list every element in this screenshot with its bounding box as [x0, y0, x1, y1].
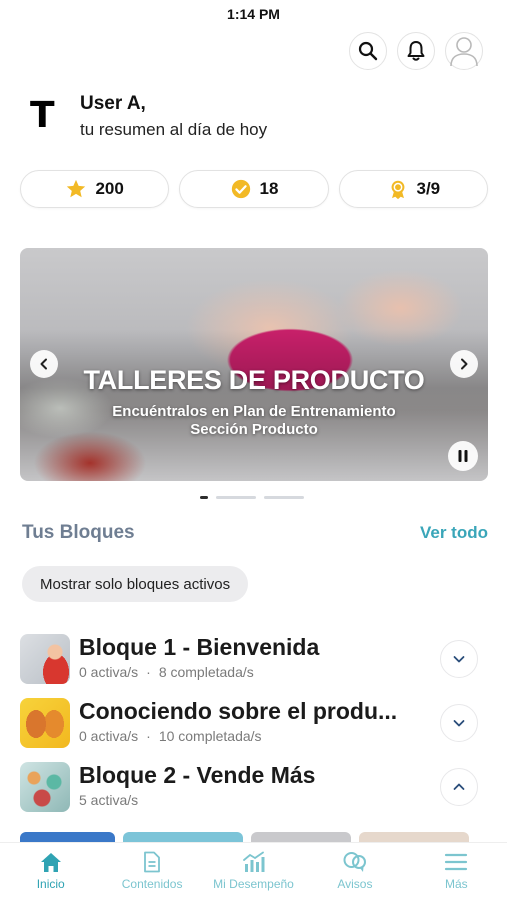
- tab-mas[interactable]: Más: [406, 843, 507, 900]
- tab-contenidos[interactable]: Contenidos: [101, 843, 202, 900]
- stats-row: 200 18 3/9: [20, 170, 488, 208]
- block-thumbnail: [20, 698, 70, 748]
- banner-prev-button[interactable]: [30, 350, 58, 378]
- chevron-left-icon: [40, 358, 47, 370]
- block-item[interactable]: Conociendo sobre el produ... 0 activa/s ·…: [20, 696, 488, 760]
- content-card-peek[interactable]: [123, 832, 243, 842]
- chevron-right-icon: [461, 358, 468, 370]
- bottom-tab-bar: Inicio Contenidos Mi Desempeño Avisos Má…: [0, 842, 507, 900]
- expand-button[interactable]: [440, 704, 478, 742]
- section-title: Tus Bloques: [22, 522, 135, 543]
- content-card-peek[interactable]: [359, 832, 469, 842]
- block-meta: 0 activa/s · 8 completada/s: [79, 664, 254, 680]
- banner-next-button[interactable]: [450, 350, 478, 378]
- see-all-link[interactable]: Ver todo: [420, 523, 488, 543]
- block-active-count: 5 activa/s: [79, 792, 139, 808]
- block-completed-count: 10 completada/s: [158, 728, 262, 744]
- tab-label: Más: [444, 877, 468, 891]
- active-blocks-filter-chip[interactable]: Mostrar solo bloques activos: [22, 566, 249, 602]
- block-item[interactable]: Bloque 2 - Vende Más 5 activa/s: [20, 760, 488, 824]
- status-time: 1:14 PM: [227, 6, 280, 22]
- banner-pause-button[interactable]: [448, 441, 478, 471]
- points-value: 200: [95, 179, 124, 198]
- status-bar: 1:14 PM: [0, 0, 507, 28]
- block-title: Conociendo sobre el produ...: [79, 698, 398, 724]
- greeting-subtitle: tu resumen al día de hoy: [80, 120, 268, 139]
- star-icon: [67, 179, 86, 198]
- block-title: Bloque 2 - Vende Más: [79, 762, 316, 788]
- blocks-section-header: Tus Bloques Ver todo: [22, 522, 488, 544]
- collapse-button[interactable]: [440, 768, 478, 806]
- pause-icon: [458, 450, 468, 462]
- chevron-up-icon: [453, 783, 465, 790]
- block-active-count: 0 activa/s: [79, 664, 139, 680]
- medals-pill[interactable]: 3/9: [338, 170, 488, 208]
- header-actions: [349, 32, 483, 70]
- tab-label: Avisos: [337, 877, 373, 891]
- carousel-dot-active[interactable]: [200, 496, 208, 499]
- tab-inicio[interactable]: Inicio: [0, 843, 101, 900]
- tab-label: Contenidos: [121, 877, 183, 891]
- chat-bubbles-icon: [343, 852, 366, 872]
- document-icon: [144, 851, 161, 873]
- medal-icon: [391, 180, 404, 200]
- block-meta: 0 activa/s · 10 completada/s: [79, 728, 262, 744]
- expand-button[interactable]: [440, 640, 478, 678]
- search-icon: [358, 41, 378, 61]
- tab-label: Inicio: [36, 877, 65, 891]
- chevron-down-icon: [453, 720, 465, 727]
- block-item[interactable]: Bloque 1 - Bienvenida 0 activa/s · 8 compl…: [20, 632, 488, 696]
- banner-subtitle-line2: Sección Producto: [190, 421, 318, 438]
- notifications-button[interactable]: [397, 32, 435, 70]
- home-icon: [40, 853, 61, 872]
- carousel-dot[interactable]: [264, 496, 304, 499]
- tab-label: Mi Desempeño: [213, 877, 294, 891]
- chevron-down-icon: [453, 656, 465, 663]
- carousel-indicators: [200, 496, 304, 499]
- expanded-content-peek: [20, 832, 507, 842]
- greeting-name: User A,: [80, 93, 146, 114]
- banner-title: TALLERES DE PRODUCTO: [83, 365, 425, 395]
- carousel-dot[interactable]: [216, 496, 256, 499]
- check-badge-icon: [231, 179, 250, 199]
- block-title: Bloque 1 - Bienvenida: [79, 634, 320, 660]
- search-button[interactable]: [349, 32, 387, 70]
- bell-icon: [407, 41, 425, 61]
- content-card-peek[interactable]: [251, 832, 351, 842]
- completed-value: 18: [259, 179, 279, 198]
- block-meta: 5 activa/s: [79, 792, 488, 808]
- greeting: T User A, tu resumen al día de hoy: [30, 92, 267, 142]
- points-pill[interactable]: 200: [20, 170, 170, 208]
- medals-value: 3/9: [416, 179, 441, 198]
- tab-mi-desempeno[interactable]: Mi Desempeño: [203, 843, 304, 900]
- performance-chart-icon: [242, 851, 265, 872]
- profile-button[interactable]: [445, 32, 483, 70]
- menu-icon: [445, 853, 468, 871]
- block-active-count: 0 activa/s: [79, 728, 139, 744]
- content-card-peek[interactable]: [20, 832, 115, 842]
- blocks-list: Bloque 1 - Bienvenida 0 activa/s · 8 compl…: [20, 632, 488, 824]
- banner-subtitle-line1: Encuéntralos en Plan de Entrenamiento: [112, 403, 396, 420]
- block-thumbnail: [20, 634, 70, 684]
- brand-logo: T: [30, 95, 55, 136]
- user-avatar-icon: [450, 37, 478, 67]
- tab-avisos[interactable]: Avisos: [304, 843, 405, 900]
- promo-banner[interactable]: TALLERES DE PRODUCTO Encuéntralos en Pla…: [20, 248, 488, 481]
- completed-pill[interactable]: 18: [179, 170, 329, 208]
- block-completed-count: 8 completada/s: [158, 664, 254, 680]
- block-thumbnail: [20, 762, 70, 812]
